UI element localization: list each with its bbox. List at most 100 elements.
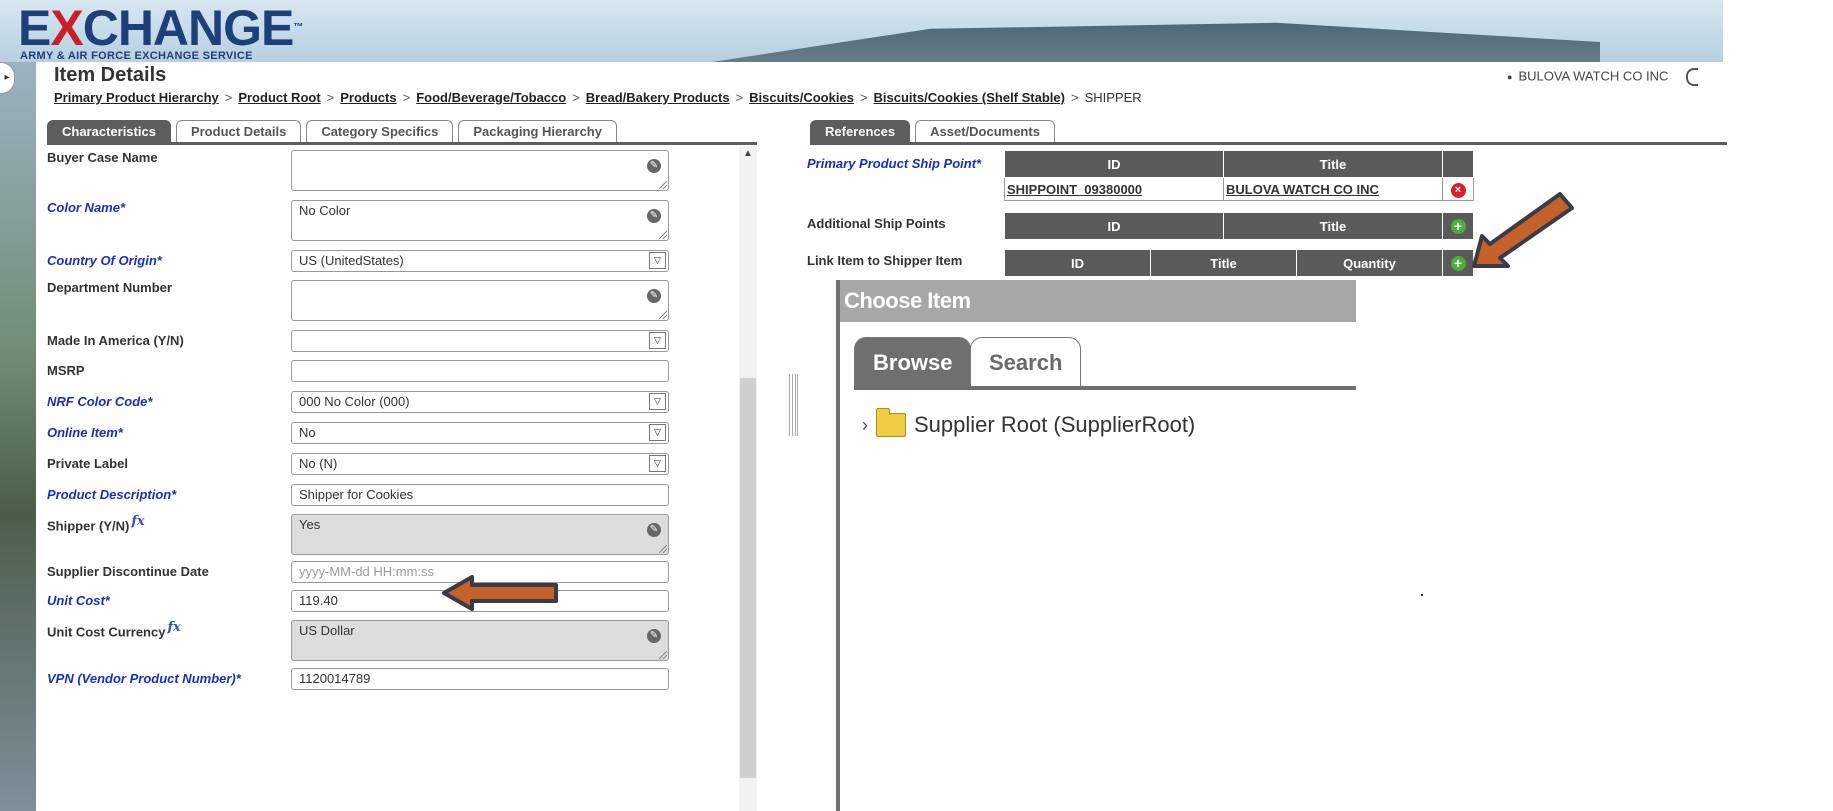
link-shipper-label: Link Item to Shipper Item	[807, 253, 963, 268]
tab-category-specifics[interactable]: Category Specifics	[306, 120, 454, 142]
scroll-up-icon[interactable]: ▲	[743, 148, 753, 159]
resize-grip-icon[interactable]	[659, 181, 667, 189]
characteristics-form: Buyer Case Name ✎ Color Name* No Color ✎…	[45, 146, 739, 811]
panel-splitter[interactable]	[789, 374, 798, 436]
field-label: MSRP	[47, 363, 85, 378]
folder-icon	[876, 408, 906, 437]
column-header-quantity: Quantity	[1296, 249, 1443, 277]
formula-icon: fx	[131, 514, 145, 529]
primary-ship-point-table: ID Title SHIPPOINT_09380000 BULOVA WATCH…	[1004, 150, 1474, 201]
tab-product-details[interactable]: Product Details	[175, 120, 302, 142]
edit-pencil-icon[interactable]: ✎	[647, 289, 661, 303]
breadcrumb-link[interactable]: Food/Beverage/Tobacco	[416, 90, 566, 105]
scrollbar-thumb[interactable]	[740, 378, 756, 778]
tab-search[interactable]: Search	[970, 337, 1082, 388]
tab-references[interactable]: References	[810, 120, 911, 142]
column-header-id: ID	[1004, 150, 1224, 178]
chevron-down-icon[interactable]: ▽	[649, 252, 666, 269]
breadcrumb-link[interactable]: Bread/Bakery Products	[586, 90, 730, 105]
table-header-row: ID Title Quantity +	[1004, 249, 1474, 277]
form-scrollbar[interactable]: ▲	[739, 146, 757, 811]
country-of-origin-controls: ▽	[291, 250, 669, 272]
ship-point-id-cell[interactable]: SHIPPOINT_09380000	[1004, 177, 1224, 201]
department-number-controls: ✎	[291, 280, 669, 321]
right-tab-bar: References Asset/Documents	[810, 120, 1060, 142]
field-label: Private Label	[47, 456, 128, 471]
column-header-title: Title	[1150, 249, 1297, 277]
chevron-down-icon[interactable]: ▽	[649, 393, 666, 410]
choose-item-title: Choose Item	[840, 280, 1356, 322]
chevron-down-icon[interactable]: ▽	[649, 332, 666, 349]
resize-grip-icon[interactable]	[659, 231, 667, 239]
msrp-input[interactable]	[291, 360, 669, 382]
field-label: Buyer Case Name	[47, 150, 158, 165]
chevron-right-icon[interactable]: ›	[862, 415, 868, 436]
breadcrumb-link[interactable]: Product Root	[238, 90, 320, 105]
field-label: Shipper (Y/N) fx	[47, 514, 145, 534]
tab-browse[interactable]: Browse	[854, 337, 972, 388]
tab-packaging-hierarchy[interactable]: Packaging Hierarchy	[458, 120, 617, 142]
private-label-controls: ▽	[291, 453, 669, 475]
column-header-id: ID	[1004, 212, 1224, 240]
breadcrumb-link[interactable]: Primary Product Hierarchy	[54, 90, 219, 105]
date-placeholder: yyyy-MM-dd HH:mm:ss	[299, 564, 435, 579]
online-item-controls: ▽	[291, 422, 669, 444]
add-icon[interactable]: +	[1450, 218, 1466, 234]
resize-grip-icon[interactable]	[659, 311, 667, 319]
delete-icon[interactable]: ×	[1450, 182, 1466, 198]
tab-asset-documents[interactable]: Asset/Documents	[915, 120, 1055, 142]
unit-cost-currency-controls: ✎	[291, 620, 669, 661]
header-banner: EXCHANGE™ ARMY & AIR FORCE EXCHANGE SERV…	[0, 0, 1833, 62]
field-label: NRF Color Code*	[47, 394, 153, 409]
additional-ship-points-label: Additional Ship Points	[807, 216, 946, 231]
field-label: Made In America (Y/N)	[47, 333, 184, 348]
edit-pencil-icon[interactable]: ✎	[647, 159, 661, 173]
field-label: Country Of Origin*	[47, 253, 162, 268]
vpn-input[interactable]: 1120014789	[291, 668, 669, 690]
chevron-down-icon[interactable]: ▽	[649, 455, 666, 472]
breadcrumb-link[interactable]: Biscuits/Cookies (Shelf Stable)	[874, 90, 1065, 105]
additional-ship-points-table: ID Title +	[1004, 212, 1474, 240]
main-panel: Item Details ● BULOVA WATCH CO INC Primar…	[37, 62, 1727, 811]
table-header-row: ID Title +	[1004, 212, 1474, 240]
ship-point-title-cell[interactable]: BULOVA WATCH CO INC	[1223, 177, 1443, 201]
field-label: Unit Cost Currency fx	[47, 620, 181, 640]
tree-node-supplier-root[interactable]: › Supplier Root (SupplierRoot)	[862, 408, 1196, 438]
left-tab-underline	[47, 142, 757, 145]
field-label: Supplier Discontinue Date	[47, 564, 209, 579]
resize-grip-icon[interactable]	[659, 545, 667, 553]
edit-pencil-icon[interactable]: ✎	[647, 523, 661, 537]
column-header-title: Title	[1223, 150, 1443, 178]
edit-pencil-icon[interactable]: ✎	[647, 209, 661, 223]
choose-item-dialog: Choose Item Browse Search › Supplier Roo…	[836, 280, 1356, 811]
breadcrumb-link[interactable]: Products	[340, 90, 396, 105]
banner-building-photo	[606, 22, 1600, 62]
field-label: Unit Cost*	[47, 593, 110, 608]
shipper-controls: ✎	[291, 514, 669, 555]
choose-item-tab-underline	[854, 386, 1356, 390]
exchange-logo[interactable]: EXCHANGE™	[18, 0, 303, 56]
tab-characteristics[interactable]: Characteristics	[47, 120, 171, 142]
page-title: Item Details	[54, 64, 167, 86]
stray-dot	[1421, 594, 1423, 596]
buyer-case-name-controls: ✎	[291, 150, 669, 191]
table-row: SHIPPOINT_09380000 BULOVA WATCH CO INC ×	[1004, 177, 1474, 201]
field-label: Online Item*	[47, 425, 123, 440]
resize-grip-icon[interactable]	[659, 651, 667, 659]
product-description-input[interactable]: Shipper for Cookies	[291, 484, 669, 506]
tree-node-label: Supplier Root (SupplierRoot)	[914, 412, 1196, 437]
field-label: Color Name*	[47, 200, 126, 215]
annotation-arrow-left	[442, 575, 558, 611]
field-label: Product Description*	[47, 487, 177, 502]
left-tab-bar: Characteristics Product Details Category…	[47, 120, 622, 142]
chevron-down-icon[interactable]: ▽	[649, 424, 666, 441]
column-header-id: ID	[1004, 249, 1151, 277]
breadcrumb-current: SHIPPER	[1084, 90, 1142, 105]
left-background-photo	[0, 62, 36, 811]
breadcrumb-link[interactable]: Biscuits/Cookies	[749, 90, 854, 105]
bullet-icon: ●	[1507, 72, 1513, 83]
edit-pencil-icon[interactable]: ✎	[647, 629, 661, 643]
user-menu-icon[interactable]	[1686, 68, 1699, 86]
made-in-america-controls: ▽	[291, 330, 669, 352]
add-link-shipper-icon[interactable]: +	[1450, 255, 1466, 271]
